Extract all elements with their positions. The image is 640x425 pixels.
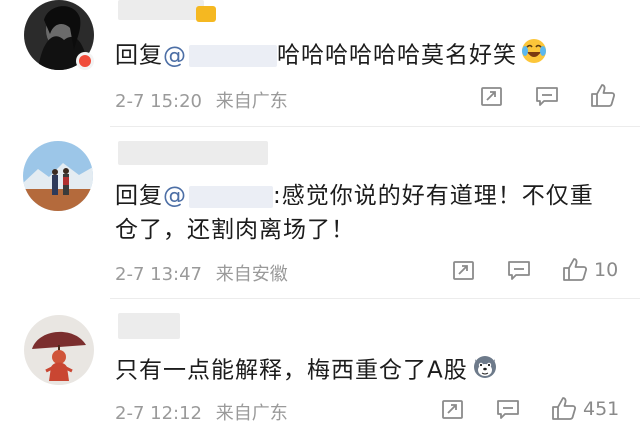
comment-meta: 2-7 15:20 来自广东 — [115, 87, 288, 113]
share-button[interactable] — [480, 85, 504, 107]
comment-location: 来自广东 — [215, 91, 288, 112]
mention-link[interactable]: @ — [163, 183, 273, 209]
username-blur[interactable] — [118, 0, 204, 20]
comment-text: 只有一点能解释，梅西重仓了A股 — [115, 353, 498, 389]
avatar[interactable] — [23, 141, 93, 211]
comment-icon — [536, 87, 558, 106]
thumbs-up-icon — [563, 258, 588, 281]
comment-body: :感觉你说的好有道理！不仅重 — [273, 183, 594, 209]
comment-item: 回复@ 哈哈哈哈哈哈莫名好笑 2-7 15:20 来自广东 — [0, 0, 640, 125]
mention-username-blur — [189, 185, 273, 208]
avatar[interactable] — [24, 315, 94, 385]
reply-prefix: 回复 — [115, 183, 163, 209]
comment-body: 只有一点能解释，梅西重仓了A股 — [115, 357, 468, 384]
username-blur[interactable] — [118, 141, 268, 165]
comment-icon — [497, 400, 519, 419]
comment-button[interactable] — [496, 398, 520, 420]
share-icon — [442, 400, 463, 419]
mention-link[interactable]: @ — [163, 43, 277, 69]
reply-prefix: 回复 — [115, 42, 163, 69]
thumbs-up-icon — [552, 397, 577, 420]
husky-emoji-icon — [472, 353, 498, 389]
mention-username-blur — [189, 45, 277, 67]
comment-time: 2-7 13:47 — [115, 264, 202, 285]
share-icon — [481, 87, 502, 106]
comment-location: 来自广东 — [215, 403, 288, 424]
comment-meta: 2-7 12:12 来自广东 — [115, 399, 288, 425]
thumbs-up-icon — [591, 84, 616, 107]
comment-item: 回复@:感觉你说的好有道理！不仅重 仓了，还割肉离场了！ 2-7 13:47 来… — [0, 127, 640, 297]
like-count: 451 — [583, 397, 620, 420]
like-button[interactable] — [590, 83, 622, 108]
comment-button[interactable] — [507, 259, 531, 281]
comment-text: 回复@:感觉你说的好有道理！不仅重 — [115, 179, 594, 213]
like-count: 10 — [594, 258, 619, 281]
comment-time: 2-7 12:12 — [115, 403, 202, 424]
share-button[interactable] — [441, 398, 465, 420]
comment-body: 哈哈哈哈哈哈莫名好笑 — [277, 42, 517, 69]
comment-location: 来自安徽 — [215, 264, 288, 285]
comment-text-line-2: 仓了，还割肉离场了！ — [115, 217, 355, 243]
share-button[interactable] — [452, 259, 476, 281]
share-icon — [453, 261, 474, 280]
username-blur[interactable] — [118, 313, 180, 339]
laughing-tears-emoji-icon — [521, 38, 547, 74]
like-button[interactable]: 10 — [562, 257, 618, 282]
comment-icon — [508, 261, 530, 280]
like-button[interactable]: 451 — [551, 396, 619, 421]
verified-badge-icon — [76, 52, 94, 70]
comment-button[interactable] — [535, 85, 559, 107]
comment-text: 回复@ 哈哈哈哈哈哈莫名好笑 — [115, 38, 547, 74]
vip-badge-icon — [196, 6, 216, 22]
comment-time: 2-7 15:20 — [115, 91, 202, 112]
comment-item: 只有一点能解释，梅西重仓了A股 2-7 12:12 来自广东 451 — [0, 299, 640, 425]
comment-meta: 2-7 13:47 来自安徽 — [115, 260, 288, 286]
